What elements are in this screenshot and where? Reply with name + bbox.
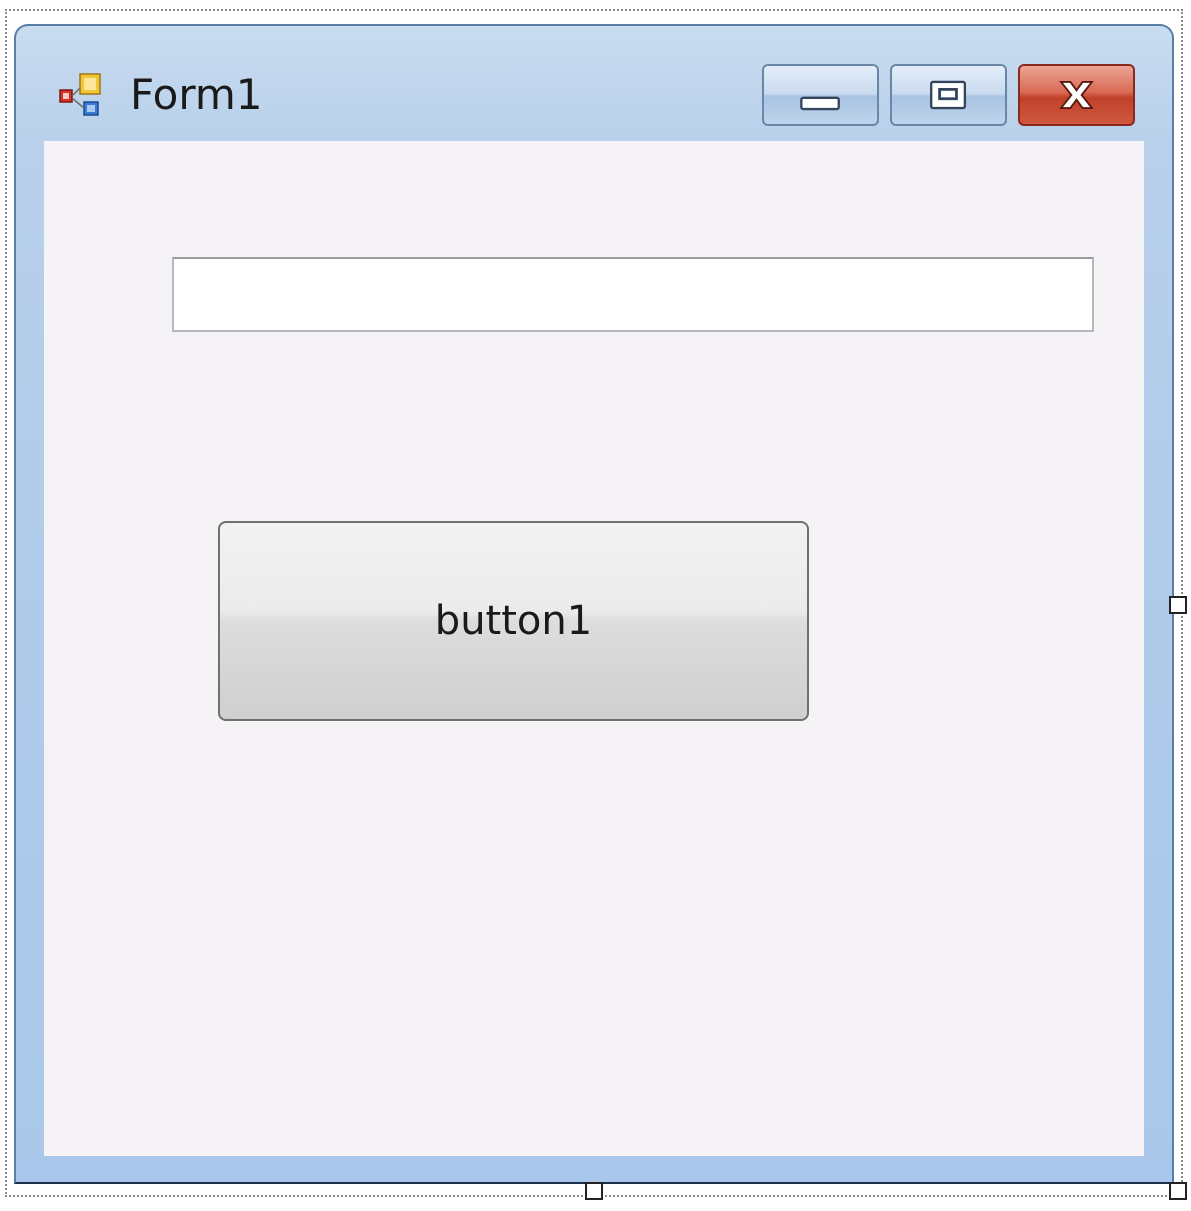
resize-grip-right[interactable]	[1169, 596, 1187, 614]
close-icon	[1059, 80, 1094, 110]
window-title: Form1	[130, 70, 263, 119]
maximize-button[interactable]	[890, 64, 1007, 126]
winforms-app-icon	[56, 70, 112, 120]
text-input[interactable]	[172, 257, 1094, 332]
resize-grip-corner[interactable]	[1169, 1182, 1187, 1200]
form-client-area: button1	[44, 141, 1144, 1156]
maximize-icon	[930, 80, 967, 110]
button1[interactable]: button1	[218, 521, 809, 721]
minimize-button[interactable]	[762, 64, 879, 126]
close-button[interactable]	[1018, 64, 1135, 126]
title-bar[interactable]: Form1	[16, 26, 1172, 144]
resize-grip-bottom[interactable]	[585, 1182, 603, 1200]
minimize-icon	[800, 96, 840, 111]
form-window: Form1 button1	[14, 24, 1174, 1184]
